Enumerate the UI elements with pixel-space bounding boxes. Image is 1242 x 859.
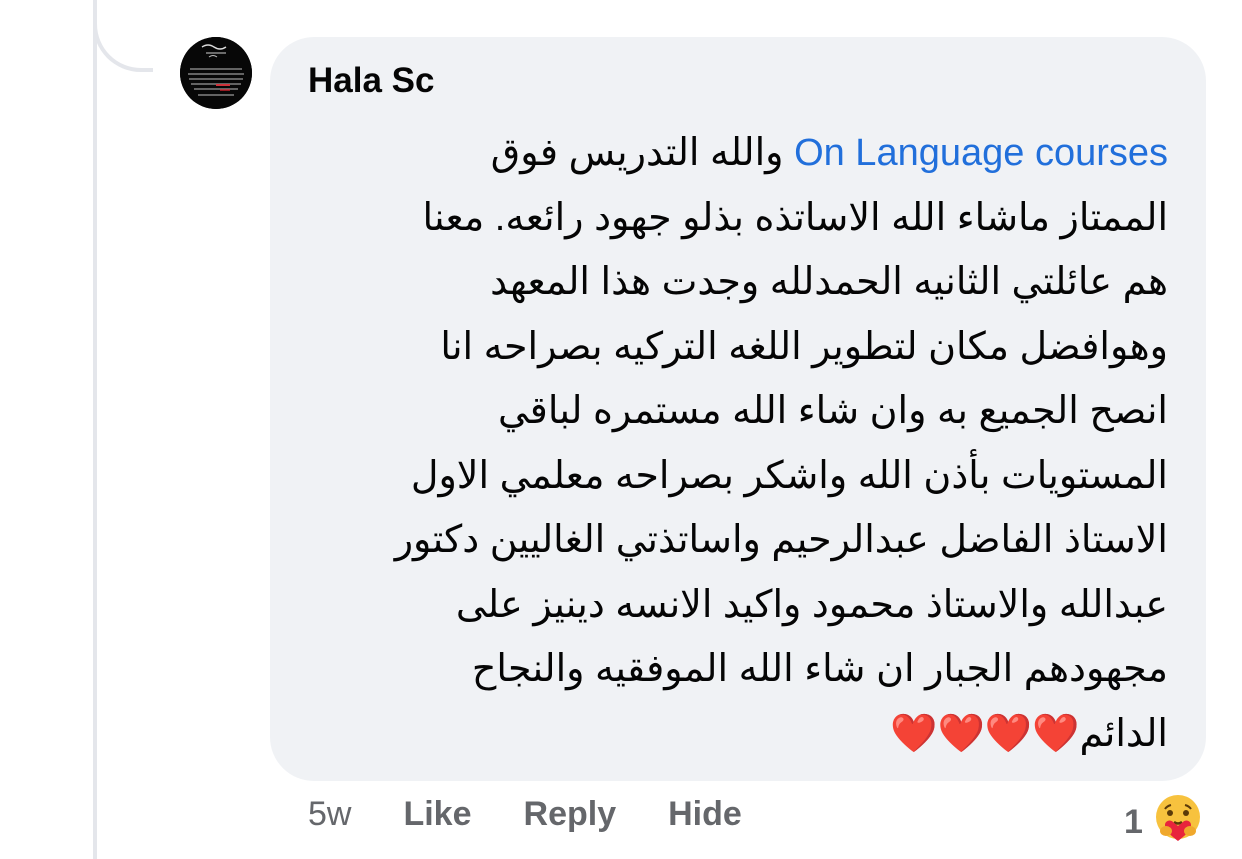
comment-text: On Language courses والله التدريس فوق ال…	[288, 121, 1168, 766]
avatar[interactable]	[180, 37, 252, 109]
comment-line: المستويات بأذن الله واشكر بصراحه معلمي ا…	[410, 454, 1168, 497]
reaction-count: 1	[1124, 803, 1143, 841]
comment-line: الممتاز ماشاء الله الاساتذه بذلو جهود را…	[422, 196, 1168, 239]
comment-line: عبدالله والاستاذ محمود واكيد الانسه ديني…	[455, 583, 1168, 626]
hide-button[interactable]: Hide	[668, 795, 742, 834]
comment-line: وهوافضل مكان لتطوير اللغه التركيه بصراحه…	[440, 325, 1168, 368]
comment-line-text: والله التدريس فوق	[490, 132, 795, 174]
comment-line: On Language courses والله التدريس فوق	[288, 121, 1168, 186]
comment-line: مجهودهم الجبار ان شاء الله الموفقيه والن…	[471, 648, 1168, 690]
comment-line: هم عائلتي الثانيه الحمدلله وجدت هذا المع…	[490, 261, 1168, 303]
avatar-image	[180, 37, 252, 109]
comment-actions: 5w Like Reply Hide	[308, 795, 794, 834]
page-mention-link[interactable]: On Language courses	[794, 132, 1168, 174]
care-reaction-icon	[1153, 793, 1203, 852]
thread-line	[93, 0, 97, 859]
reaction-summary[interactable]: 1	[1124, 793, 1203, 852]
comment-line-text: الدائم	[1079, 712, 1168, 755]
comment-line: الدائم❤️❤️❤️❤️	[288, 702, 1168, 767]
thread-connector	[93, 0, 153, 72]
comment-bubble: Hala Sc On Language courses والله التدري…	[270, 37, 1206, 781]
reply-button[interactable]: Reply	[524, 795, 617, 834]
comment-author[interactable]: Hala Sc	[308, 61, 434, 101]
comment-line: الاستاذ الفاضل عبدالرحيم واساتذتي الغالي…	[394, 519, 1168, 561]
like-button[interactable]: Like	[403, 795, 471, 834]
comment-line: انصح الجميع به وان شاء الله مستمره لباقي	[497, 390, 1168, 432]
comment-timestamp[interactable]: 5w	[308, 795, 351, 834]
heart-emoji-icons: ❤️❤️❤️❤️	[890, 712, 1080, 755]
